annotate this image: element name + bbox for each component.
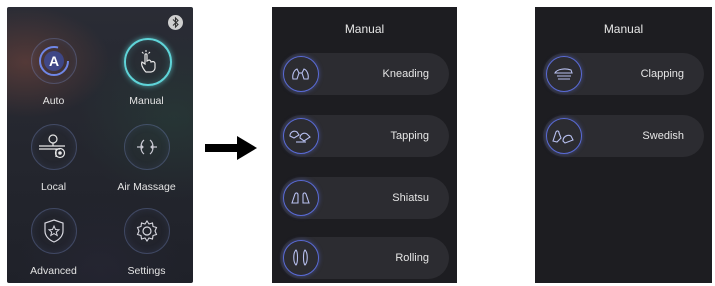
auto-glyph: A — [49, 53, 59, 69]
manual-item-label: Rolling — [395, 252, 429, 264]
clapping-icon — [546, 56, 582, 92]
manual-item-label: Kneading — [382, 68, 430, 80]
local-massage-icon — [31, 124, 77, 170]
home-screen: A Auto Manual Local Air Massage Advanced… — [7, 7, 193, 283]
manual-item-label: Clapping — [640, 68, 684, 80]
rolling-icon — [283, 240, 319, 276]
home-item-air-massage[interactable]: Air Massage — [100, 119, 193, 203]
home-label-local: Local — [40, 181, 67, 193]
home-label-air-massage: Air Massage — [117, 181, 176, 193]
auto-icon: A — [31, 38, 77, 84]
manual-item-shiatsu[interactable]: Shiatsu — [280, 177, 449, 219]
shiatsu-icon — [283, 180, 319, 216]
manual-screen-page-1: Manual Kneading Tapping Shiatsu Rolling — [272, 7, 457, 283]
home-item-settings[interactable]: Settings — [100, 203, 193, 283]
home-label-auto: Auto — [42, 95, 65, 107]
gear-icon — [124, 208, 170, 254]
manual-item-rolling[interactable]: Rolling — [280, 237, 449, 279]
home-label-advanced: Advanced — [30, 265, 77, 277]
home-item-local[interactable]: Local — [7, 119, 100, 203]
kneading-icon — [283, 56, 319, 92]
manual-item-label: Tapping — [390, 130, 429, 142]
page-title: Manual — [603, 22, 644, 36]
manual-screen-page-2: Manual Clapping Swedish — [535, 7, 712, 283]
manual-item-tapping[interactable]: Tapping — [280, 115, 449, 157]
shield-star-icon — [31, 208, 77, 254]
arrow-right-icon — [205, 136, 257, 160]
page-title: Manual — [344, 22, 385, 36]
home-label-settings: Settings — [127, 265, 166, 277]
hand-touch-icon — [124, 38, 172, 86]
swedish-icon — [546, 118, 582, 154]
home-item-auto[interactable]: A Auto — [7, 33, 100, 117]
manual-item-clapping[interactable]: Clapping — [543, 53, 704, 95]
manual-item-kneading[interactable]: Kneading — [280, 53, 449, 95]
home-item-manual[interactable]: Manual — [100, 33, 193, 117]
home-label-manual: Manual — [129, 95, 164, 107]
air-massage-icon — [124, 124, 170, 170]
manual-item-label: Swedish — [642, 130, 684, 142]
home-item-advanced[interactable]: Advanced — [7, 203, 100, 283]
tapping-icon — [283, 118, 319, 154]
manual-item-swedish[interactable]: Swedish — [543, 115, 704, 157]
manual-item-label: Shiatsu — [392, 192, 429, 204]
bluetooth-icon[interactable] — [168, 15, 183, 30]
